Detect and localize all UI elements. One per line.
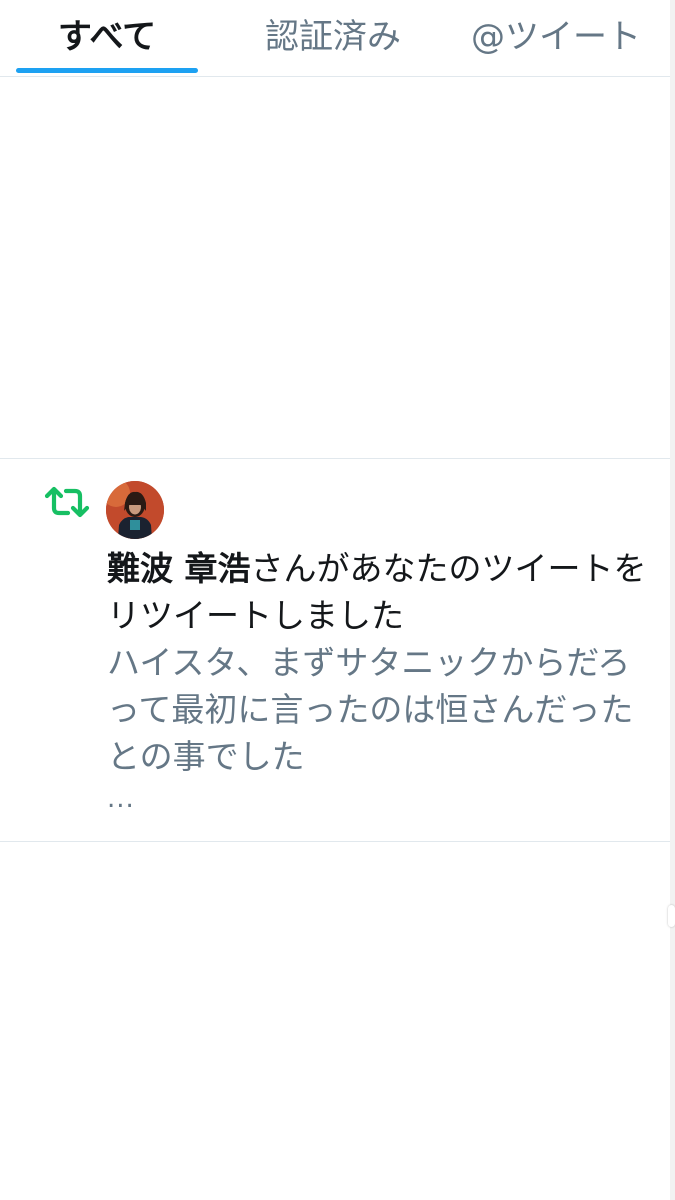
tweet-text: ハイスタ、まずサタニックからだろって最初に言ったのは恒さんだったとの事でした [107, 643, 634, 776]
divider [0, 841, 670, 842]
scrollbar[interactable] [668, 0, 675, 1200]
tab-all[interactable]: すべて [16, 0, 198, 76]
notifications-screen: すべて 認証済み @ツイート 難波 章浩さんがあなたのツイートをリツイートしまし… [0, 0, 670, 1200]
retweet-icon [44, 486, 90, 518]
more-ellipsis: ... [107, 784, 135, 814]
tab-mentions[interactable]: @ツイート [458, 0, 654, 76]
avatar[interactable] [106, 481, 164, 539]
notification-headline: 難波 章浩さんがあなたのツイートをリツイートしました [107, 545, 647, 639]
notification-tabs: すべて 認証済み @ツイート [0, 0, 670, 77]
divider [0, 458, 670, 459]
tab-verified[interactable]: 認証済み [242, 0, 424, 76]
active-tab-indicator [16, 68, 198, 73]
retweeter-name[interactable]: 難波 章浩 [107, 549, 251, 588]
